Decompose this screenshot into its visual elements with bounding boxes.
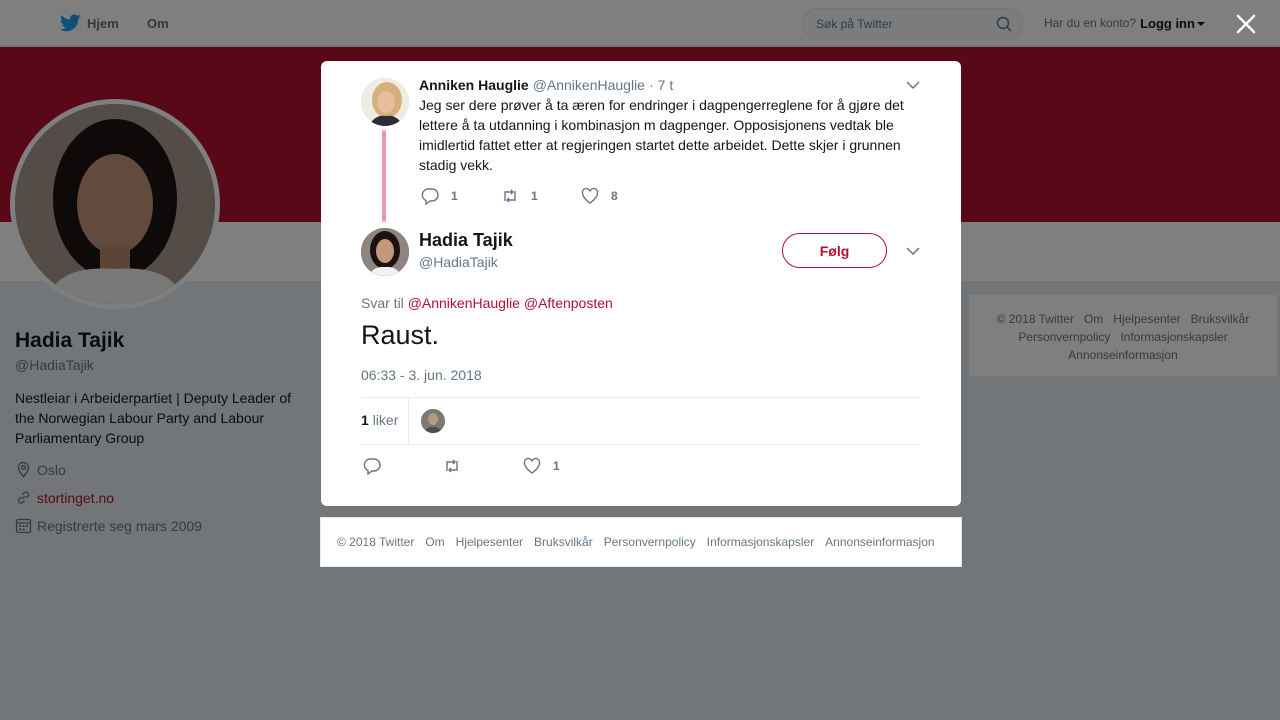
- close-icon[interactable]: [1234, 12, 1258, 36]
- footer-link-cookies[interactable]: Informasjonskapsler: [707, 535, 814, 549]
- liker-avatar[interactable]: [421, 409, 445, 433]
- parent-author-name[interactable]: Anniken Hauglie: [419, 77, 529, 93]
- stats-divider-top: [361, 397, 921, 398]
- footer-link-terms[interactable]: Bruksvilkår: [534, 535, 593, 549]
- parent-retweet-count: 1: [531, 189, 538, 203]
- parent-author-photo: [361, 78, 409, 126]
- tweet-author-photo: [361, 228, 409, 276]
- parent-tweet-header: Anniken Hauglie @AnnikenHauglie · 7 t: [419, 77, 673, 93]
- like-stats-count: 1: [361, 412, 369, 428]
- parent-reply-button[interactable]: 1: [421, 187, 458, 205]
- tweet-timestamp[interactable]: 06:33 - 3. jun. 2018: [361, 367, 482, 383]
- parent-like-count: 8: [611, 189, 618, 203]
- like-stats[interactable]: 1 liker: [361, 412, 398, 428]
- chevron-down-icon[interactable]: [906, 246, 920, 256]
- footer-link-ads[interactable]: Annonseinformasjon: [825, 535, 934, 549]
- follow-button[interactable]: Følg: [782, 233, 887, 268]
- tweet-author-handle[interactable]: @HadiaTajik: [419, 254, 498, 270]
- parent-tweet-time[interactable]: 7 t: [658, 77, 674, 93]
- heart-icon: [523, 457, 541, 474]
- tweet-author-name[interactable]: Hadia Tajik: [419, 230, 513, 251]
- reply-context: Svar til @AnnikenHauglie @Aftenposten: [361, 295, 613, 311]
- reply-icon: [421, 188, 439, 205]
- parent-retweet-button[interactable]: 1: [501, 187, 538, 205]
- tweet-permalink-modal: Anniken Hauglie @AnnikenHauglie · 7 t Je…: [321, 61, 961, 506]
- heart-icon: [581, 187, 599, 204]
- parent-separator: ·: [648, 77, 654, 93]
- retweet-icon: [446, 459, 458, 473]
- tweet-retweet-button[interactable]: [443, 457, 473, 475]
- reply-mention-anniken[interactable]: @AnnikenHauglie: [408, 295, 520, 311]
- stats-vertical-divider: [408, 398, 409, 444]
- liker-photo: [421, 409, 445, 433]
- footer-link-about[interactable]: Om: [425, 535, 444, 549]
- parent-tweet-text: Jeg ser dere prøver å ta æren for endrin…: [419, 97, 904, 173]
- parent-reply-count: 1: [451, 189, 458, 203]
- tweet-like-button[interactable]: 1: [523, 457, 560, 475]
- footer-link-privacy[interactable]: Personvernpolicy: [604, 535, 696, 549]
- tweet-reply-button[interactable]: [363, 457, 393, 475]
- modal-footer: © 2018 Twitter Om Hjelpesenter Bruksvilk…: [320, 517, 962, 567]
- footer-copyright: © 2018 Twitter: [337, 535, 415, 549]
- chevron-down-icon[interactable]: [906, 80, 920, 90]
- parent-like-button[interactable]: 8: [581, 187, 618, 205]
- reply-prefix: Svar til: [361, 295, 404, 311]
- stats-divider-bottom: [361, 444, 921, 445]
- parent-author-handle[interactable]: @AnnikenHauglie: [533, 77, 645, 93]
- like-stats-label: liker: [372, 412, 399, 428]
- tweet-author-avatar[interactable]: [361, 228, 409, 276]
- reply-icon: [363, 458, 381, 475]
- tweet-text: Raust.: [361, 320, 440, 350]
- conversation-thread-line: [382, 130, 386, 222]
- reply-mention-aftenposten[interactable]: @Aftenposten: [524, 295, 613, 311]
- tweet-like-count: 1: [553, 459, 560, 473]
- footer-link-help[interactable]: Hjelpesenter: [456, 535, 523, 549]
- parent-tweet-avatar[interactable]: [361, 78, 409, 126]
- retweet-icon: [504, 189, 516, 203]
